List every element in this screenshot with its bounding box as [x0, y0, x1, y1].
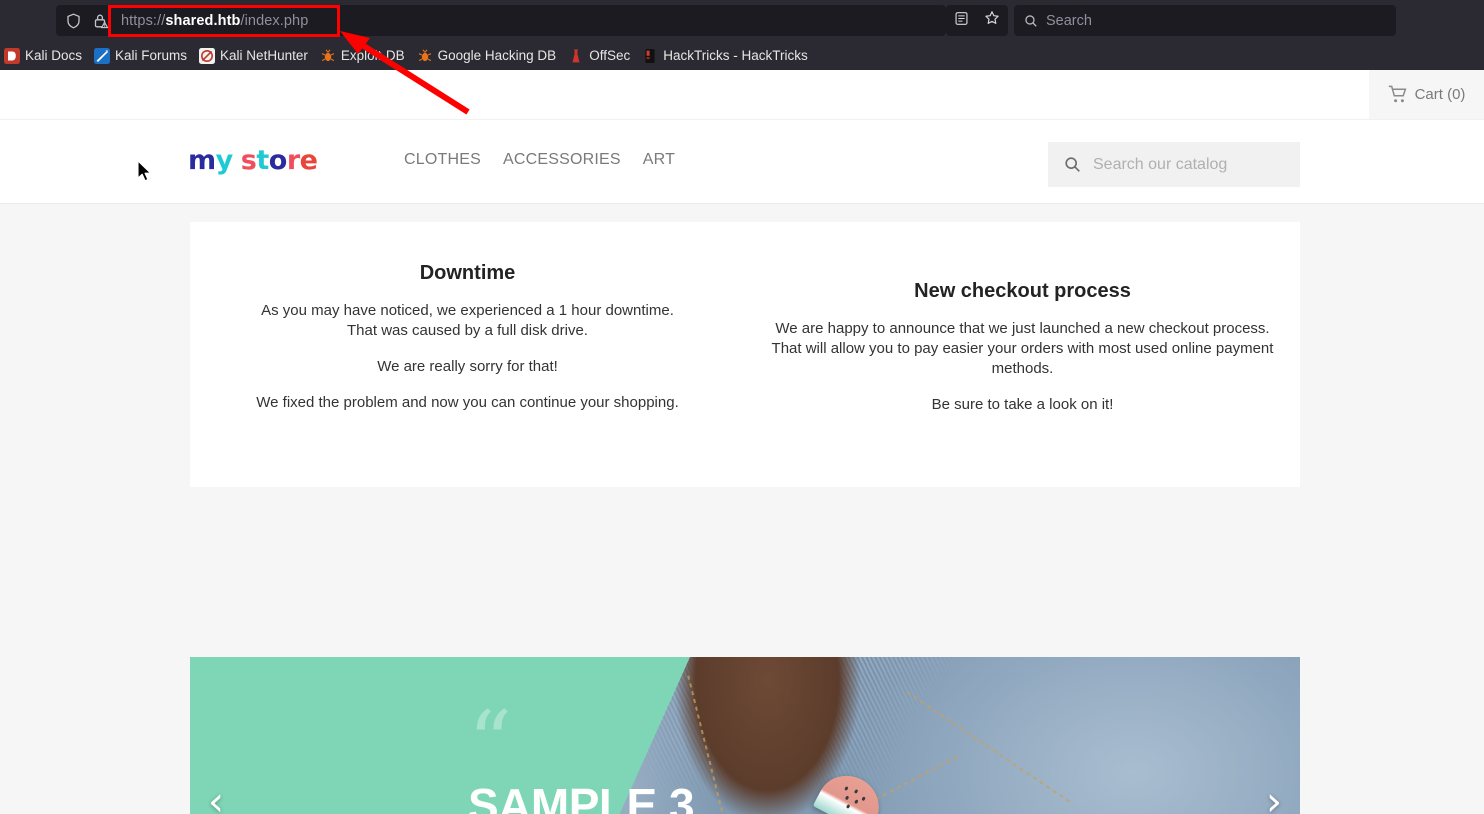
- bookmark-kali-docs[interactable]: Kali Docs: [0, 44, 89, 68]
- browser-navigation-toolbar: https://shared.htb/index.php Search: [0, 0, 1484, 41]
- bookmark-label: Google Hacking DB: [437, 48, 557, 63]
- notification-line: We are happy to announce that we just la…: [775, 320, 1270, 337]
- watermelon-pin-pink: [812, 765, 890, 814]
- bookmark-kali-nethunter[interactable]: Kali NetHunter: [195, 44, 315, 68]
- notification-line: We are really sorry for that!: [377, 358, 558, 375]
- logo-letter-t: t: [256, 145, 269, 176]
- url-scheme: https://: [121, 12, 166, 29]
- reader-view-icon[interactable]: [954, 11, 969, 31]
- logo-letter-e: e: [299, 145, 318, 176]
- url-bar[interactable]: https://shared.htb/index.php: [56, 5, 946, 36]
- notifications-card: Downtime As you may have noticed, we exp…: [190, 222, 1300, 487]
- main-navigation: CLOTHES ACCESSORIES ART: [404, 151, 675, 169]
- cart-button[interactable]: Cart (0): [1369, 70, 1484, 119]
- lock-warning-icon[interactable]: [90, 11, 112, 31]
- notification-line: As you may have noticed, we experienced …: [261, 302, 674, 319]
- hacktricks-icon: [642, 48, 658, 64]
- url-path: /index.php: [240, 12, 309, 29]
- bookmark-label: OffSec: [589, 48, 631, 63]
- bookmark-label: HackTricks - HackTricks: [663, 48, 808, 63]
- store-header-top: Cart (0): [0, 70, 1484, 120]
- bookmark-kali-forums[interactable]: Kali Forums: [90, 44, 194, 68]
- offsec-icon: [568, 48, 584, 64]
- shield-icon[interactable]: [62, 11, 84, 31]
- bookmarks-bar: Kali Docs Kali Forums Kali NetHunter Exp…: [0, 41, 1484, 70]
- notification-downtime: Downtime As you may have noticed, we exp…: [190, 222, 745, 487]
- search-icon: [1064, 156, 1081, 173]
- bookmark-offsec[interactable]: OffSec: [564, 44, 637, 68]
- catalog-search-placeholder: Search our catalog: [1093, 155, 1228, 173]
- store-logo[interactable]: mystore: [188, 145, 318, 176]
- page-viewport: Cart (0) mystore CLOTHES ACCESSORIES ART…: [0, 70, 1484, 814]
- carousel-slide-title: SAMPLE 3: [468, 779, 695, 814]
- kali-nethunter-icon: [199, 47, 216, 64]
- kali-forums-icon: [94, 47, 111, 64]
- notification-new-checkout: New checkout process We are happy to ann…: [745, 222, 1300, 487]
- nav-item-accessories[interactable]: ACCESSORIES: [503, 151, 621, 169]
- bookmark-exploit-db[interactable]: Exploit-DB: [316, 44, 412, 68]
- google-hacking-db-icon: [417, 48, 433, 64]
- bookmark-label: Kali Docs: [25, 48, 83, 63]
- notification-line: We fixed the problem and now you can con…: [256, 394, 679, 411]
- carousel-next-button[interactable]: ›: [1266, 782, 1282, 814]
- logo-letter-o: o: [268, 145, 288, 176]
- nav-item-art[interactable]: ART: [643, 151, 675, 169]
- bookmark-star-icon[interactable]: [984, 10, 1000, 31]
- urlbar-action-buttons: [946, 5, 1008, 36]
- quote-mark-icon: “: [468, 693, 512, 793]
- logo-letter-m: m: [188, 145, 216, 176]
- logo-letter-s: s: [240, 145, 257, 176]
- bookmark-label: Kali NetHunter: [220, 48, 308, 63]
- notification-line: That was caused by a full disk drive.: [347, 322, 588, 339]
- carousel-prev-button[interactable]: ‹: [208, 782, 224, 814]
- notification-title: New checkout process: [914, 280, 1131, 302]
- bookmark-label: Exploit-DB: [340, 48, 405, 63]
- homepage-carousel[interactable]: “ SAMPLE 3 EXCEPTEUR OCCAECAT Lorem ipsu…: [190, 657, 1300, 814]
- browser-chrome: https://shared.htb/index.php Search Kali…: [0, 0, 1484, 70]
- logo-letter-y: y: [215, 145, 234, 176]
- bookmark-google-hacking-db[interactable]: Google Hacking DB: [413, 44, 564, 68]
- page-body: Downtime As you may have noticed, we exp…: [0, 204, 1484, 814]
- cart-label: Cart (0): [1414, 86, 1466, 103]
- browser-search-placeholder: Search: [1046, 12, 1092, 29]
- carousel-caption-text: SAMPLE 3 EXCEPTEUR OCCAECAT Lorem ipsum …: [468, 779, 798, 814]
- bookmark-label: Kali Forums: [115, 48, 188, 63]
- kali-docs-icon: [4, 47, 20, 64]
- catalog-search-input[interactable]: Search our catalog: [1048, 142, 1300, 187]
- notification-line: Be sure to take a look on it!: [931, 396, 1114, 413]
- notification-line: That will allow you to pay easier your o…: [771, 340, 1274, 377]
- notification-title: Downtime: [419, 262, 516, 284]
- url-text[interactable]: https://shared.htb/index.php: [121, 13, 308, 29]
- store-header-main: mystore CLOTHES ACCESSORIES ART Search o…: [0, 120, 1484, 204]
- url-host: shared.htb: [165, 12, 241, 29]
- nav-item-clothes[interactable]: CLOTHES: [404, 151, 481, 169]
- shopping-cart-icon: [1388, 85, 1408, 104]
- exploit-db-icon: [320, 48, 336, 64]
- search-icon: [1024, 14, 1038, 28]
- logo-letter-r: r: [286, 145, 300, 176]
- browser-search-field[interactable]: Search: [1014, 5, 1396, 36]
- bookmark-hacktricks[interactable]: HackTricks - HackTricks: [638, 44, 815, 68]
